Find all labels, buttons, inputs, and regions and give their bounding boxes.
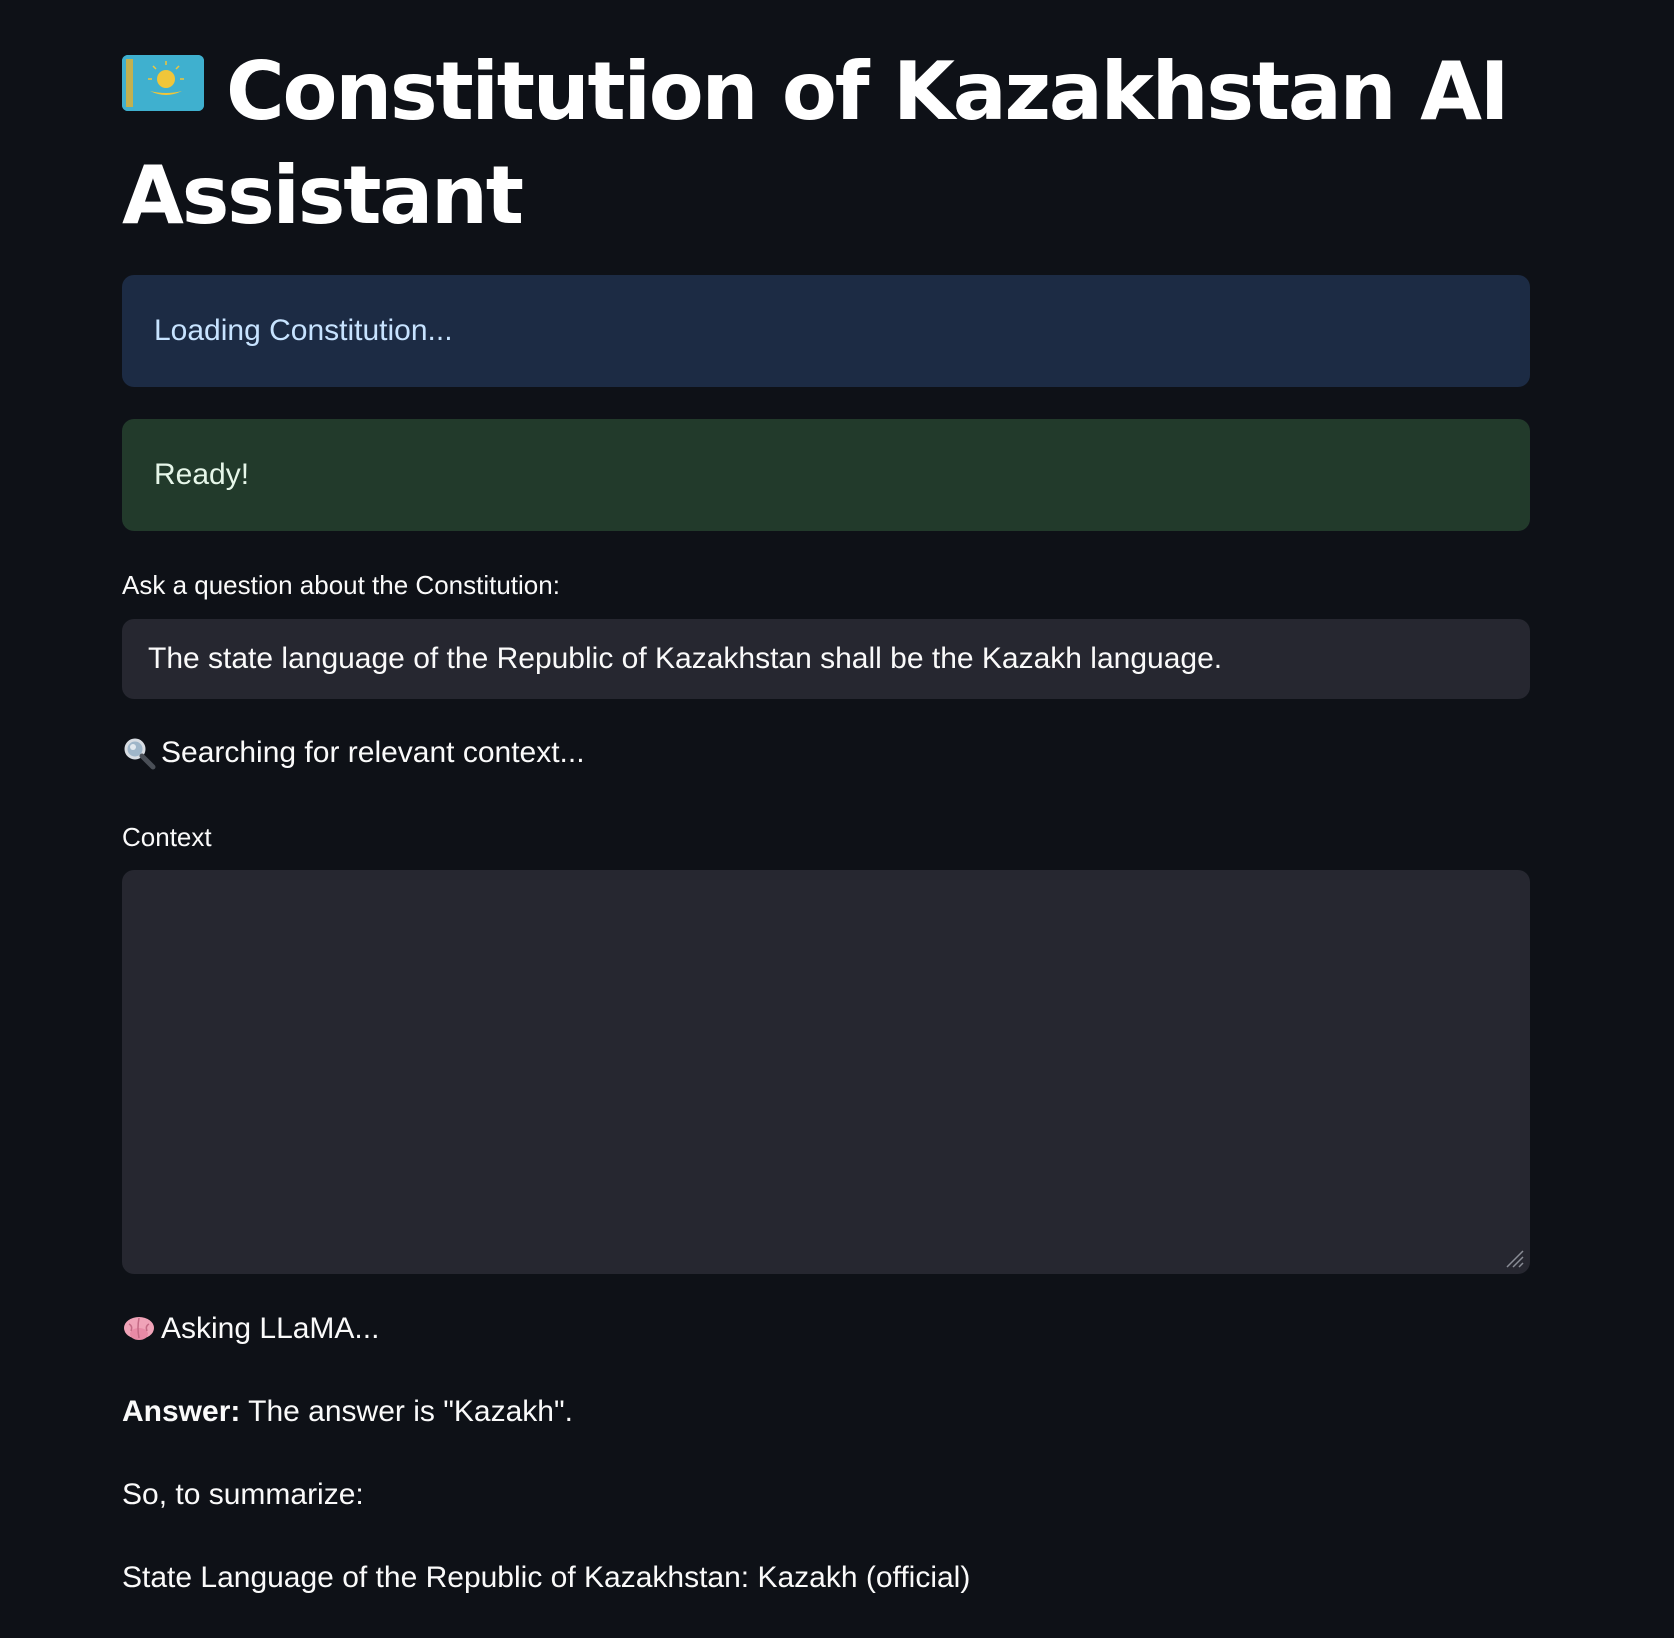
searching-status-text: Searching for relevant context... [161, 736, 585, 769]
ready-alert-text: Ready! [154, 458, 250, 491]
answer-paragraph: Answer: The answer is "Kazakh". [122, 1395, 573, 1429]
magnifier-icon [122, 736, 156, 770]
main-content: Constitution of Kazakhstan AI Assistant … [122, 0, 1530, 1594]
page-title-text: Constitution of Kazakhstan AI Assistant [122, 45, 1510, 242]
answer-text: The answer is "Kazakh". [248, 1395, 573, 1428]
brain-icon [122, 1312, 156, 1346]
answer-label: Answer: [122, 1395, 241, 1428]
context-label: Context [122, 822, 212, 852]
searching-status: Searching for relevant context... [122, 736, 585, 770]
context-textarea[interactable] [122, 870, 1530, 1274]
asking-status: Asking LLaMA... [122, 1312, 379, 1346]
loading-alert-text: Loading Constitution... [154, 314, 453, 347]
question-input-value: The state language of the Republic of Ka… [148, 642, 1223, 675]
kazakhstan-flag-icon [122, 55, 204, 111]
resize-handle-icon[interactable] [1504, 1248, 1524, 1268]
question-label: Ask a question about the Constitution: [122, 570, 560, 600]
summary-line: State Language of the Republic of Kazakh… [122, 1561, 971, 1594]
ready-alert: Ready! [122, 419, 1530, 531]
asking-status-text: Asking LLaMA... [161, 1312, 380, 1345]
summary-intro: So, to summarize: [122, 1478, 364, 1511]
loading-alert: Loading Constitution... [122, 275, 1530, 387]
question-input[interactable]: The state language of the Republic of Ka… [122, 619, 1530, 699]
page-title: Constitution of Kazakhstan AI Assistant [122, 0, 1530, 248]
